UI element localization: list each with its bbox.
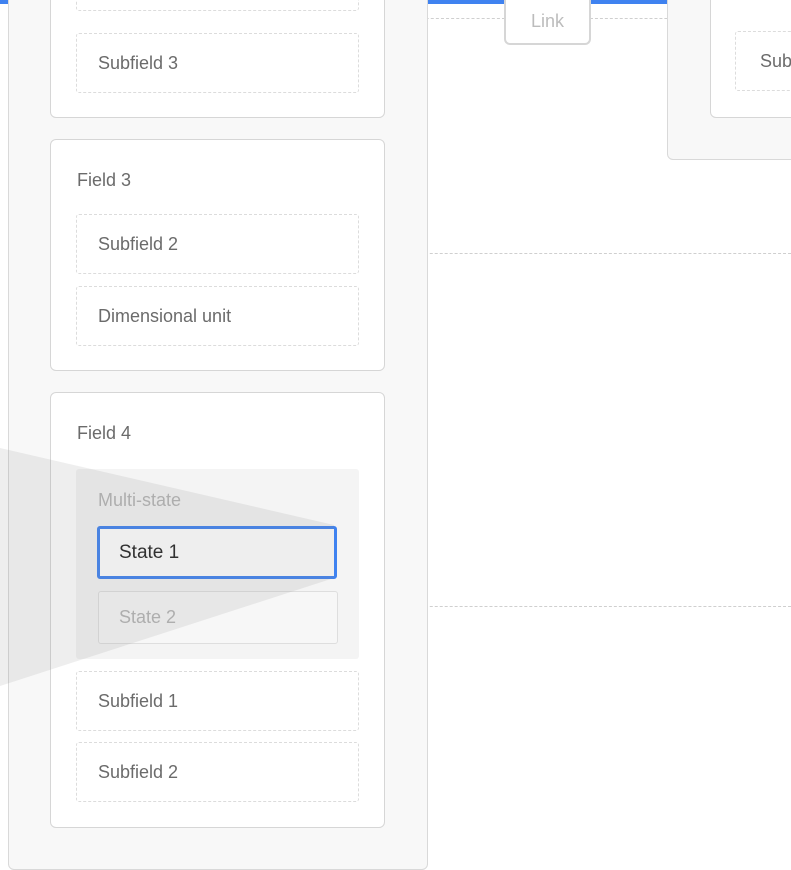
field-3-dimensional-unit-label: Dimensional unit xyxy=(98,305,232,326)
card-field-3: Field 3 Subfield 2 Dimensional unit xyxy=(50,139,385,371)
state-2-label: State 2 xyxy=(119,607,177,627)
connector-line-field-4 xyxy=(385,606,791,607)
right-entity-card: Sub xyxy=(710,0,791,118)
field-3-subfield-2[interactable]: Subfield 2 xyxy=(76,214,359,274)
subfield-3[interactable]: Subfield 3 xyxy=(76,33,359,93)
field-4-subfield-1-label: Subfield 1 xyxy=(98,690,179,711)
field-3-dimensional-unit[interactable]: Dimensional unit xyxy=(76,286,359,346)
link-label-text: Link xyxy=(530,11,565,31)
field-4-subfield-1[interactable]: Subfield 1 xyxy=(76,671,359,731)
multistate-label: Multi-state xyxy=(98,490,182,510)
right-subfield[interactable]: Sub xyxy=(735,31,791,91)
card-field-4: Field 4 Multi-state State 1 State 2 Subf… xyxy=(50,392,385,828)
connector-line-field-3 xyxy=(385,253,791,254)
card-top: Subfield 3 xyxy=(50,0,385,118)
field-3-title: Field 3 xyxy=(77,170,132,190)
state-2-option[interactable]: State 2 xyxy=(98,591,338,644)
field-4-subfield-2[interactable]: Subfield 2 xyxy=(76,742,359,802)
state-1-label: State 1 xyxy=(119,541,180,563)
field-4-subfield-2-label: Subfield 2 xyxy=(98,761,179,782)
state-1-option[interactable]: State 1 xyxy=(97,526,337,579)
right-subfield-label: Sub xyxy=(760,50,791,71)
subfield-3-label: Subfield 3 xyxy=(98,52,179,73)
field-4-title: Field 4 xyxy=(77,423,132,443)
subfield-top-hidden[interactable] xyxy=(76,0,359,11)
field-3-subfield-2-label: Subfield 2 xyxy=(98,233,179,254)
link-label[interactable]: Link xyxy=(504,0,591,45)
